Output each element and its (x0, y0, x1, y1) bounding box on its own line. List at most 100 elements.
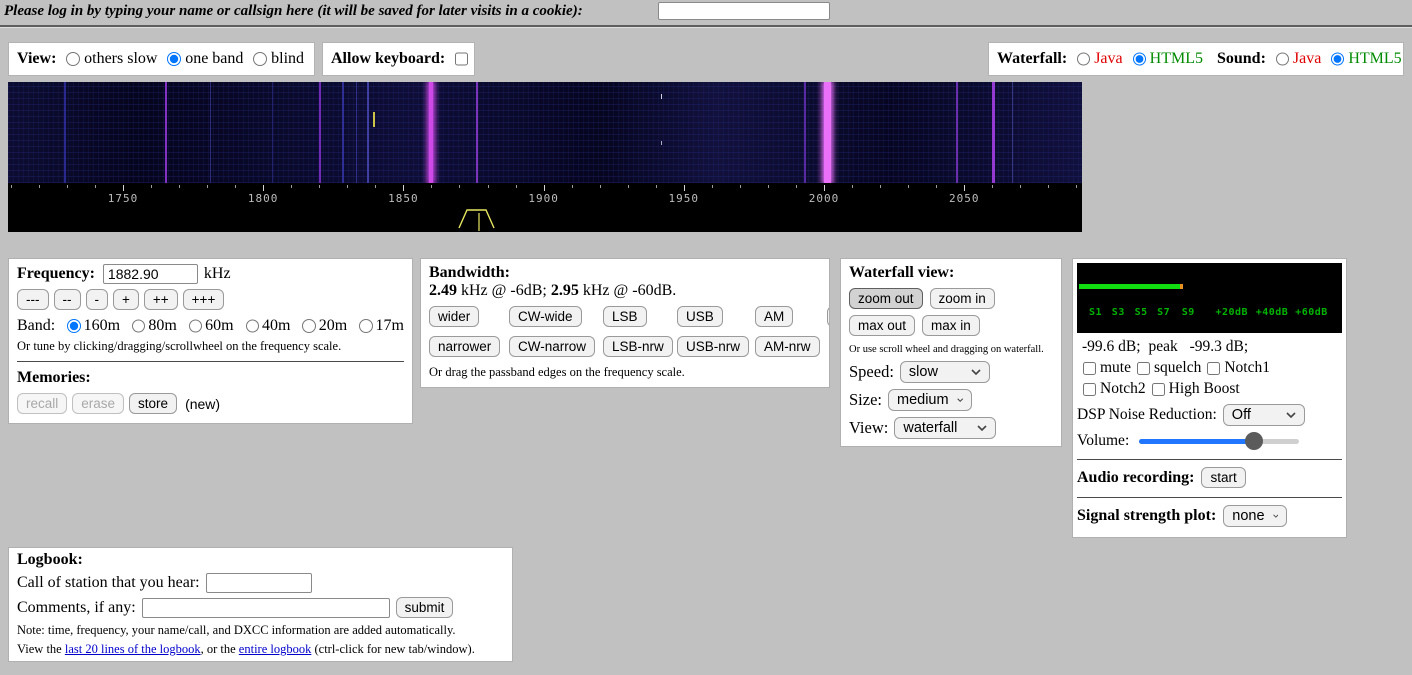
band-160m-label: 160m (84, 317, 120, 335)
radio-waterfall-html5[interactable] (1133, 52, 1146, 66)
band-60m-label: 60m (205, 317, 233, 335)
scale-tick (684, 185, 685, 191)
radio-band-160m[interactable] (67, 319, 80, 333)
frequency-scale[interactable]: 1750180018501900195020002050 (8, 183, 1082, 232)
view-prefix: View the (17, 642, 65, 656)
radio-band-17m[interactable] (359, 319, 372, 333)
usb-nrw-button[interactable]: USB-nrw (677, 336, 749, 357)
speed-value: slow (909, 364, 938, 380)
volume-label: Volume: (1077, 432, 1129, 450)
websdr-app: Please log in by typing your name or cal… (0, 0, 1412, 675)
frequency-input[interactable] (103, 264, 198, 284)
sound-html5-label: HTML5 (1348, 50, 1401, 68)
radio-band-80m[interactable] (132, 319, 145, 333)
radio-band-40m[interactable] (246, 319, 259, 333)
lsb-nrw-button[interactable]: LSB-nrw (603, 336, 673, 357)
volume-thumb[interactable] (1245, 432, 1263, 450)
wider-button[interactable]: wider (429, 306, 479, 327)
allow-keyboard-checkbox[interactable] (455, 52, 468, 66)
radio-sound-html5[interactable] (1331, 52, 1344, 66)
scale-tick (319, 185, 320, 188)
bandwidth-readout: 2.49 kHz @ -6dB; 2.95 kHz @ -60dB. (429, 282, 821, 300)
mute-checkbox[interactable] (1083, 362, 1096, 375)
band-20m-label: 20m (319, 317, 347, 335)
memories-divider (17, 361, 404, 362)
recording-start-button[interactable]: start (1201, 467, 1245, 488)
memory-erase-button[interactable]: erase (72, 393, 124, 414)
am-button[interactable]: AM (755, 306, 793, 327)
last-20-lines-link[interactable]: last 20 lines of the logbook (65, 642, 201, 656)
radio-band-20m[interactable] (302, 319, 315, 333)
narrower-button[interactable]: narrower (429, 336, 500, 357)
memory-store-button[interactable]: store (129, 393, 177, 414)
meter-scale-label: +60dB (1295, 307, 1328, 318)
max-out-button[interactable]: max out (849, 315, 915, 336)
am-nrw-button[interactable]: AM-nrw (755, 336, 820, 357)
zoom-out-button[interactable]: zoom out (849, 288, 923, 309)
notch1-checkbox[interactable] (1207, 362, 1220, 375)
usb-button[interactable]: USB (677, 306, 723, 327)
memory-new-label: (new) (185, 396, 220, 412)
chevron-down-icon (1273, 513, 1279, 519)
waterfall-view-note: Or use scroll wheel and dragging on wate… (849, 344, 1053, 355)
max-in-button[interactable]: max in (922, 315, 980, 336)
speed-select[interactable]: slow (900, 361, 990, 383)
call-input[interactable] (206, 573, 312, 593)
scale-tick (39, 185, 40, 188)
fm-button[interactable]: FM (827, 306, 830, 327)
step-down-3-button[interactable]: --- (17, 289, 49, 310)
cw-wide-button[interactable]: CW-wide (509, 306, 582, 327)
scale-tick (459, 185, 460, 188)
call-label: Call of station that you hear: (17, 574, 200, 592)
squelch-checkbox[interactable] (1137, 362, 1150, 375)
view-suffix: (ctrl-click for new tab/window). (311, 642, 474, 656)
step-up-1-button[interactable]: + (113, 289, 139, 310)
waterfall-spectrum[interactable] (8, 82, 1082, 183)
callsign-input[interactable] (658, 2, 830, 20)
high-boost-checkbox[interactable] (1152, 383, 1165, 396)
scale-tick (908, 185, 909, 188)
scale-tick (628, 185, 629, 188)
radio-band-60m[interactable] (189, 319, 202, 333)
s-meter-peak-tip (1180, 284, 1183, 289)
memory-recall-button[interactable]: recall (17, 393, 67, 414)
passband-indicator[interactable] (458, 205, 498, 231)
dsp-select[interactable]: Off (1223, 404, 1305, 426)
scale-tick (1020, 185, 1021, 188)
lsb-button[interactable]: LSB (603, 306, 647, 327)
radio-sound-java[interactable] (1276, 52, 1289, 66)
frequency-unit: kHz (204, 265, 231, 283)
scale-tick (740, 185, 741, 188)
zoom-in-button[interactable]: zoom in (930, 288, 995, 309)
submit-button[interactable]: submit (396, 597, 454, 618)
comments-input[interactable] (142, 598, 390, 618)
scale-tick (544, 185, 545, 191)
scale-tick (572, 185, 573, 188)
bandwidth-6db-value: 2.49 (429, 282, 457, 299)
entire-logbook-link[interactable]: entire logbook (239, 642, 312, 656)
radio-others-slow[interactable] (66, 52, 80, 66)
signal-trace (64, 82, 66, 183)
scale-tick (992, 185, 993, 188)
step-up-3-button[interactable]: +++ (183, 289, 225, 310)
radio-one-band[interactable] (167, 52, 181, 66)
step-down-2-button[interactable]: -- (54, 289, 81, 310)
scale-tick (768, 185, 769, 188)
scale-tick (600, 185, 601, 188)
signal-trace (210, 82, 211, 183)
signal-plot-select[interactable]: none (1223, 505, 1287, 527)
radio-waterfall-java[interactable] (1077, 52, 1090, 66)
notch2-checkbox[interactable] (1083, 383, 1096, 396)
size-select[interactable]: medium (888, 389, 972, 411)
volume-slider[interactable] (1139, 433, 1299, 449)
signal-plot-label: Signal strength plot: (1077, 507, 1216, 525)
step-down-1-button[interactable]: - (86, 289, 109, 310)
squelch-label: squelch (1154, 359, 1201, 377)
step-up-2-button[interactable]: ++ (144, 289, 178, 310)
view-mode-select[interactable]: waterfall (894, 417, 996, 439)
chevron-down-icon (971, 369, 981, 375)
signal-trace (824, 82, 831, 183)
scale-tick (852, 185, 853, 188)
cw-narrow-button[interactable]: CW-narrow (509, 336, 595, 357)
radio-blind[interactable] (253, 52, 267, 66)
